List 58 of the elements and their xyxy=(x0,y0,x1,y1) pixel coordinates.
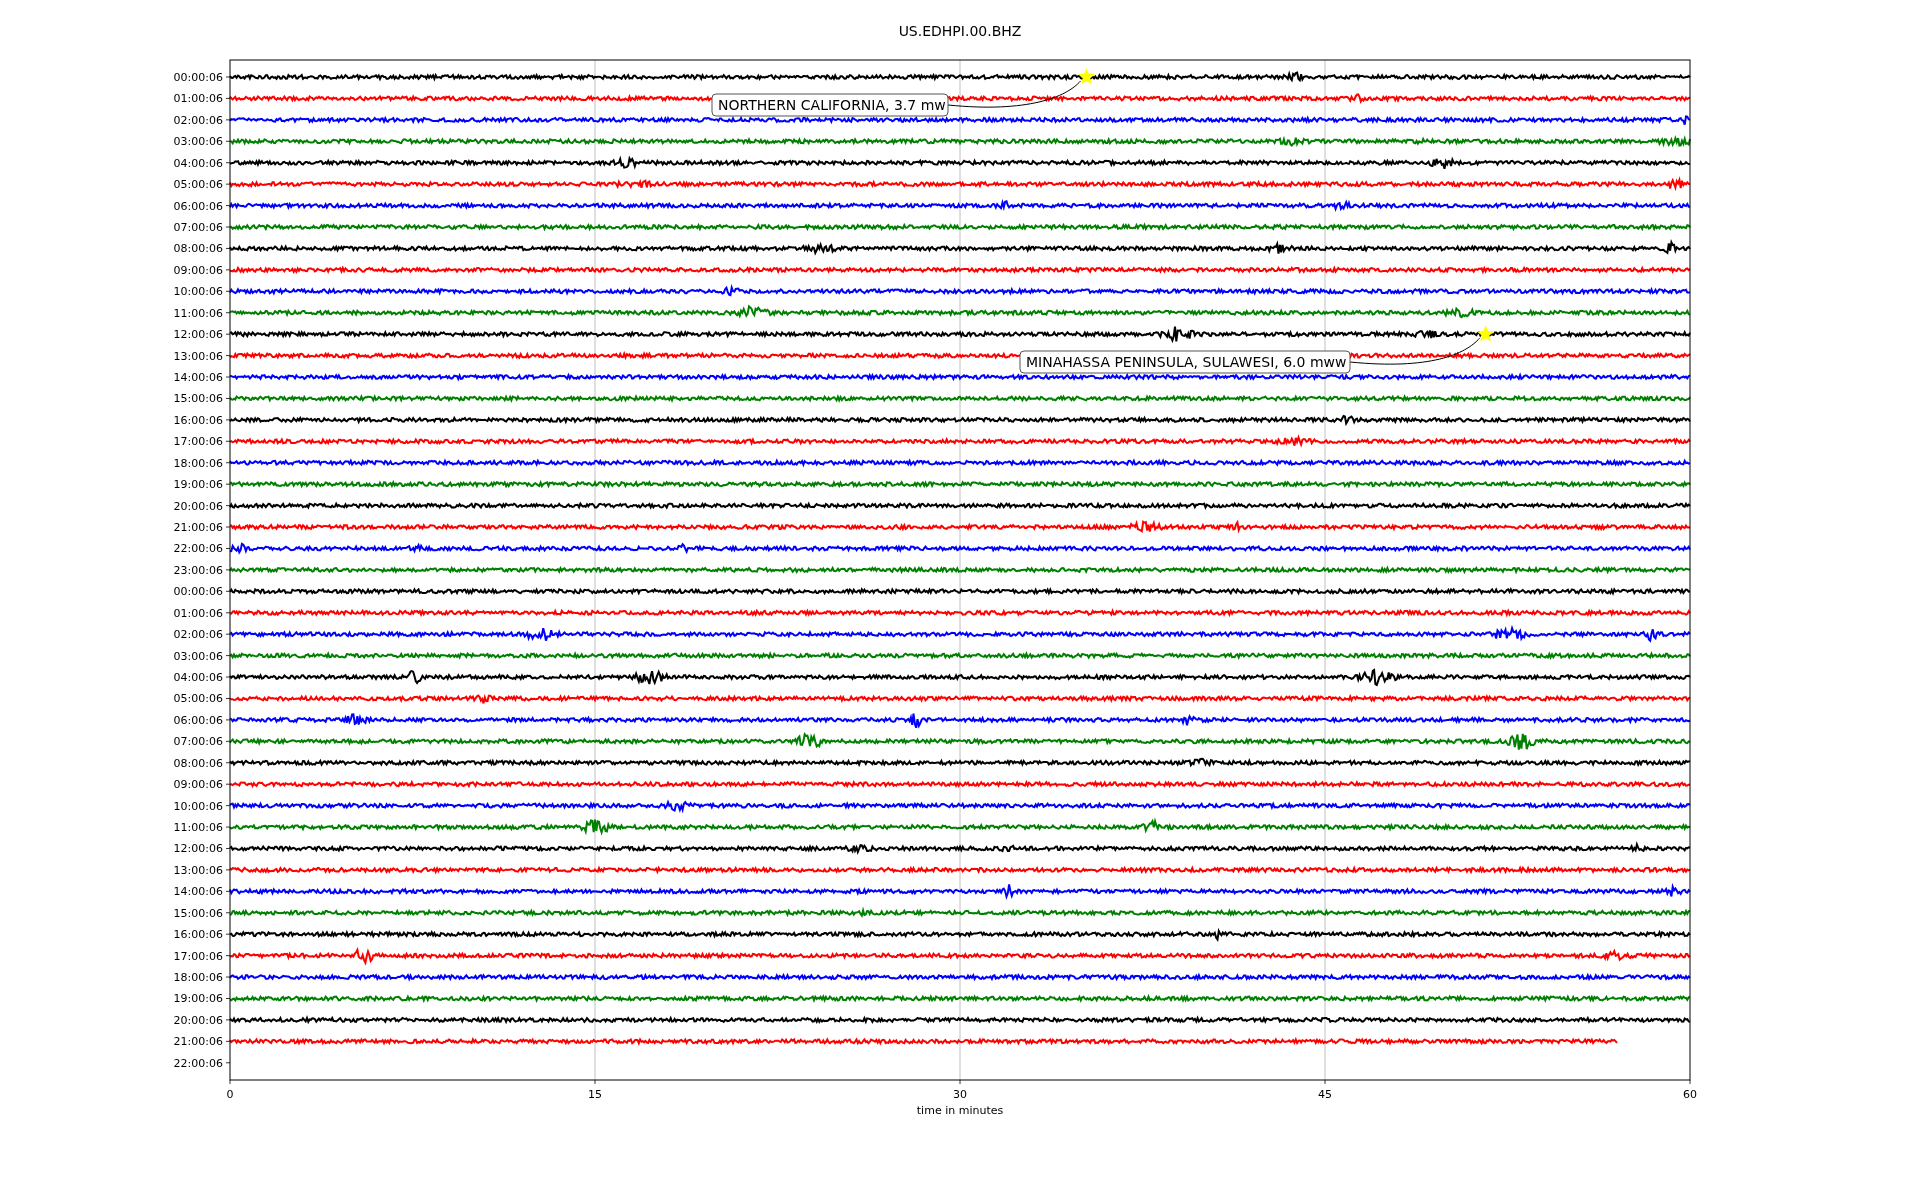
time-label: 03:00:06 xyxy=(173,135,223,149)
time-label: 19:00:06 xyxy=(173,478,223,492)
time-label: 14:00:06 xyxy=(173,371,223,384)
time-label: 18:00:06 xyxy=(173,456,223,470)
time-label: 22:00:06 xyxy=(173,1056,223,1070)
time-label: 04:00:06 xyxy=(173,156,223,170)
time-label: 12:00:06 xyxy=(173,328,223,342)
time-label: 15:00:06 xyxy=(173,392,223,406)
time-label: 12:00:06 xyxy=(173,842,223,856)
time-label: 23:00:06 xyxy=(173,563,223,577)
time-label: 05:00:06 xyxy=(173,692,223,706)
tick-label: 0 xyxy=(226,1088,234,1101)
time-label: 13:00:06 xyxy=(173,349,223,363)
plot-title: US.EDHPI.00.BHZ xyxy=(898,23,1022,39)
event-label: NORTHERN CALIFORNIA, 3.7 mw xyxy=(711,93,949,117)
time-label: 07:00:06 xyxy=(173,735,223,749)
time-label: 21:00:06 xyxy=(173,1035,223,1049)
time-label: 18:00:06 xyxy=(173,971,223,985)
time-label: 00:00:06 xyxy=(173,585,223,599)
event-label: MINAHASSA PENINSULA, SULAWESI, 6.0 mww xyxy=(1019,350,1351,374)
time-label: 15:00:06 xyxy=(173,906,223,920)
time-label: 02:00:06 xyxy=(173,113,223,127)
time-label: 17:00:06 xyxy=(173,435,223,449)
time-label: 06:00:06 xyxy=(173,199,223,213)
axis-label: time in minutes xyxy=(916,1104,1004,1117)
time-label: 20:00:06 xyxy=(173,499,223,513)
tick-label: 15 xyxy=(588,1088,602,1101)
time-label: 04:00:06 xyxy=(173,671,223,685)
time-label: 10:00:06 xyxy=(173,799,223,813)
time-label: 11:00:06 xyxy=(173,306,223,320)
time-label: 11:00:06 xyxy=(173,821,223,835)
time-label: 13:00:06 xyxy=(173,863,223,877)
time-label: 03:00:06 xyxy=(173,649,223,663)
star-icon xyxy=(1477,325,1495,342)
time-label: 01:00:06 xyxy=(173,92,223,106)
time-label: 02:00:06 xyxy=(173,628,223,642)
time-label: 14:00:06 xyxy=(173,885,223,899)
tick-label: 30 xyxy=(953,1088,967,1101)
time-label: 08:00:06 xyxy=(173,242,223,256)
time-label: 20:00:06 xyxy=(173,1013,223,1027)
time-label: 00:00:06 xyxy=(173,71,223,84)
time-label: 08:00:06 xyxy=(173,756,223,770)
time-label: 10:00:06 xyxy=(173,285,223,299)
tick-label: 60 xyxy=(1683,1088,1697,1101)
time-label: 01:00:06 xyxy=(173,606,223,620)
time-label: 16:00:06 xyxy=(173,928,223,942)
time-label: 05:00:06 xyxy=(173,178,223,192)
time-label: 16:00:06 xyxy=(173,413,223,427)
star-icon xyxy=(1078,68,1096,85)
time-label: 06:00:06 xyxy=(173,713,223,727)
time-label: 21:00:06 xyxy=(173,521,223,535)
time-label: 09:00:06 xyxy=(173,778,223,792)
time-label: 09:00:06 xyxy=(173,263,223,277)
time-label: 19:00:06 xyxy=(173,992,223,1006)
time-label: 07:00:06 xyxy=(173,221,223,234)
time-label: 22:00:06 xyxy=(173,542,223,556)
time-label: 17:00:06 xyxy=(173,949,223,963)
tick-label: 45 xyxy=(1318,1088,1332,1101)
